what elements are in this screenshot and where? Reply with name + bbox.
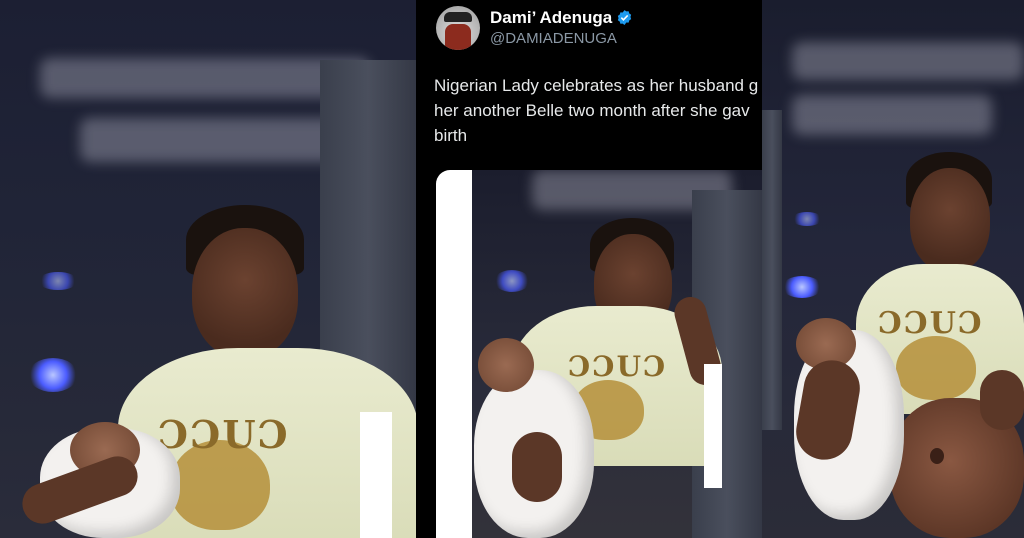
- tweet-card: Dami’ Adenuga @DAMIADENUGA Nigerian Lady…: [416, 0, 762, 538]
- hand: [512, 432, 562, 502]
- shirt-logo: ƆƆUƆ: [878, 306, 984, 341]
- baby-head: [478, 338, 534, 392]
- shirt-logo: ƆƆUƆ: [158, 412, 290, 457]
- shirt-heart: [896, 336, 976, 400]
- avatar-hat: [444, 12, 472, 22]
- avatar-coat: [445, 24, 471, 50]
- blue-light: [494, 270, 530, 292]
- woman-head: [910, 168, 990, 272]
- right-video-frame: ƆƆUƆ: [762, 0, 1024, 538]
- white-bar: [360, 412, 392, 538]
- tweet-media-video[interactable]: ƆƆUƆ: [472, 170, 762, 538]
- navel: [930, 448, 944, 464]
- blurred-caption: [792, 95, 992, 135]
- shirt-logo: ƆƆUƆ: [568, 350, 668, 383]
- blue-light: [38, 272, 78, 290]
- display-name-text: Dami’ Adenuga: [490, 8, 613, 27]
- tweet-text-line: her another Belle two month after she ga…: [434, 101, 750, 120]
- blue-light: [28, 358, 78, 392]
- tweet-text-line: Nigerian Lady celebrates as her husband …: [434, 76, 759, 95]
- white-bar: [704, 364, 722, 488]
- blue-light: [782, 276, 822, 298]
- media-frame-edge: [436, 170, 472, 538]
- avatar[interactable]: [436, 6, 480, 50]
- hand: [980, 370, 1024, 430]
- left-video-frame: ƆƆUƆ: [0, 0, 416, 538]
- tweet-text: Nigerian Lady celebrates as her husband …: [434, 73, 762, 148]
- woman-head: [192, 228, 298, 358]
- wall-panel: [762, 110, 782, 430]
- verified-badge-icon: [618, 10, 632, 25]
- tweet-header: Dami’ Adenuga @DAMIADENUGA: [434, 4, 754, 54]
- display-name[interactable]: Dami’ Adenuga: [490, 8, 633, 28]
- handle[interactable]: @DAMIADENUGA: [490, 30, 617, 47]
- blurred-caption: [792, 42, 1024, 80]
- tweet-text-line: birth: [434, 126, 468, 145]
- blue-light: [792, 212, 822, 226]
